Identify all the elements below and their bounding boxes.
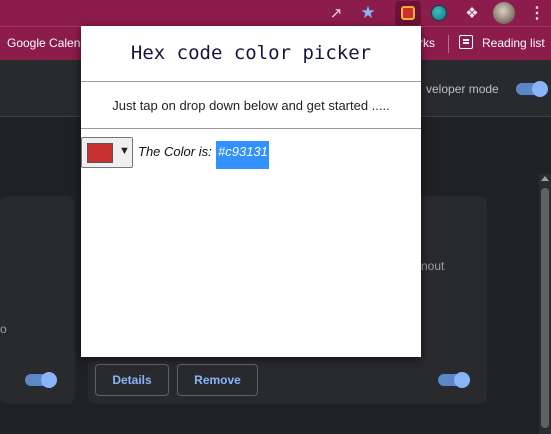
globe-glyph: [431, 5, 447, 21]
color-swatch: [87, 143, 113, 163]
popup-title: Hex code color picker: [130, 42, 372, 64]
bookmarks-divider: [448, 35, 449, 53]
bookmark-google-calendar[interactable]: Google Calend: [7, 36, 87, 50]
bookmark-other-bookmarks[interactable]: rks: [419, 36, 435, 50]
card-left-text: o: [0, 322, 7, 336]
color-picker-popup: Hex code color picker Just tap on drop d…: [81, 26, 421, 357]
color-dropdown[interactable]: ▼: [81, 137, 133, 168]
hex-value[interactable]: #c93131: [216, 141, 269, 169]
extension-card-left: [0, 196, 75, 404]
reading-list-label[interactable]: Reading list: [482, 36, 545, 50]
color-label: The Color is:: [138, 144, 212, 159]
chevron-down-icon: ▼: [119, 145, 130, 157]
avatar[interactable]: [493, 2, 515, 24]
share-icon[interactable]: ↗: [325, 2, 347, 24]
instruction-divider: [81, 128, 421, 129]
card-right-text: nout: [421, 259, 445, 273]
details-button[interactable]: Details: [95, 364, 169, 396]
extension-left-toggle[interactable]: [25, 372, 57, 388]
kebab-menu-icon[interactable]: ⋮: [526, 2, 548, 24]
title-divider: [81, 81, 421, 82]
color-picker-extension-icon[interactable]: [395, 1, 421, 25]
page-scrollbar[interactable]: [539, 174, 551, 434]
globe-extension-icon[interactable]: [428, 2, 450, 24]
scroll-up-icon[interactable]: [541, 176, 549, 181]
extension-right-toggle[interactable]: [438, 372, 470, 388]
developer-mode-toggle[interactable]: [516, 81, 548, 97]
reading-list-icon[interactable]: [459, 35, 473, 49]
star-icon[interactable]: ★: [357, 2, 379, 24]
developer-mode-label: veloper mode: [426, 82, 499, 96]
browser-toolbar: ↗ ★ ❖ ⋮: [0, 0, 551, 26]
puzzle-icon[interactable]: ❖: [461, 2, 483, 24]
remove-button[interactable]: Remove: [177, 364, 258, 396]
popup-instruction: Just tap on drop down below and get star…: [112, 98, 390, 113]
scroll-thumb[interactable]: [541, 188, 549, 428]
color-picker-extension-glyph: [401, 6, 415, 20]
